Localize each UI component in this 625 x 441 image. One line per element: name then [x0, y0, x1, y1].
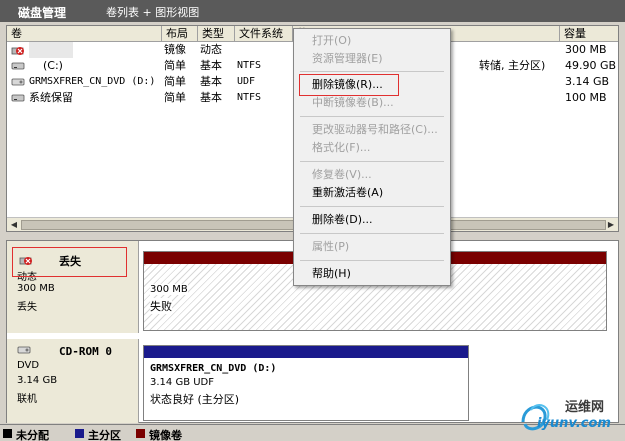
- volume-name: GRMSXFRER_CN_DVD (D:): [29, 76, 156, 87]
- window-title: 磁盘管理: [18, 6, 67, 20]
- highlight-box-disk: [12, 247, 127, 277]
- menu-item-repair-volume[interactable]: 修复卷(V)...: [294, 166, 450, 184]
- volume-type: 基本: [200, 91, 222, 104]
- partition-status: 失败: [150, 298, 172, 314]
- watermark-logo: 运维网 iyunv.com: [517, 392, 621, 438]
- volume-type: 基本: [200, 59, 222, 72]
- context-menu[interactable]: 打开(O) 资源管理器(E) 删除镜像(R)... 中断镜像卷(B)... 更改…: [293, 28, 451, 286]
- highlight-box-menu: [299, 74, 399, 96]
- menu-separator: [300, 71, 444, 72]
- legend-swatch-primary: [75, 429, 84, 438]
- volume-capacity: 3.14 GB: [565, 75, 610, 88]
- legend-swatch-mirror: [136, 429, 145, 438]
- scroll-left-icon[interactable]: ◀: [8, 219, 20, 231]
- column-header-volume[interactable]: 卷: [7, 26, 162, 42]
- watermark-url: iyunv.com: [537, 416, 611, 431]
- volume-name: [29, 42, 73, 58]
- volume-filesystem: NTFS: [237, 60, 262, 71]
- menu-separator: [300, 116, 444, 117]
- menu-separator: [300, 260, 444, 261]
- menu-item-format[interactable]: 格式化(F)...: [294, 139, 450, 157]
- watermark-text: 运维网: [565, 400, 605, 415]
- legend-label: 主分区: [88, 429, 121, 441]
- menu-item-explorer[interactable]: 资源管理器(E): [294, 50, 450, 68]
- legend-label: 未分配: [16, 429, 49, 441]
- menu-item-delete-volume[interactable]: 删除卷(D)...: [294, 211, 450, 229]
- volume-name: (C:): [43, 59, 63, 72]
- disk-icon: [11, 62, 25, 70]
- partition-size: 3.14 GB UDF: [150, 377, 215, 388]
- menu-separator: [300, 233, 444, 234]
- disk-info-cdrom[interactable]: CD-ROM 0 DVD 3.14 GB 联机: [7, 339, 139, 423]
- volume-layout: 简单: [164, 91, 186, 104]
- partition-status: 状态良好 (主分区): [150, 393, 240, 406]
- menu-item-properties[interactable]: 属性(P): [294, 238, 450, 256]
- volume-type: 基本: [200, 75, 222, 88]
- menu-item-change-drive-letter[interactable]: 更改驱动器号和路径(C)...: [294, 121, 450, 139]
- menu-item-help[interactable]: 帮助(H): [294, 265, 450, 283]
- volume-type: 动态: [200, 43, 222, 56]
- volume-capacity: 49.90 GB: [565, 59, 617, 72]
- scroll-right-icon[interactable]: ▶: [605, 219, 617, 231]
- menu-separator: [300, 161, 444, 162]
- disk-name: CD-ROM 0: [59, 345, 112, 358]
- column-header-layout[interactable]: 布局: [162, 26, 198, 42]
- cd-icon: [17, 346, 31, 354]
- volume-layout: 镜像: [164, 43, 186, 56]
- volume-status: 转储, 主分区): [479, 59, 546, 72]
- column-header-type[interactable]: 类型: [198, 26, 235, 42]
- volume-filesystem: UDF: [237, 76, 256, 87]
- legend-swatch-unallocated: [3, 429, 12, 438]
- volume-layout: 简单: [164, 59, 186, 72]
- volume-filesystem: NTFS: [237, 92, 262, 103]
- menu-separator: [300, 206, 444, 207]
- menu-item-reactivate-volume[interactable]: 重新激活卷(A): [294, 184, 450, 202]
- volume-capacity: 300 MB: [565, 43, 607, 56]
- primary-partition-bar: [144, 346, 468, 358]
- error-disk-icon: [11, 47, 24, 55]
- volume-name: 系统保留: [29, 91, 73, 104]
- title-bar: 磁盘管理 卷列表 + 图形视图: [0, 0, 625, 22]
- column-header-filesystem[interactable]: 文件系统: [235, 26, 293, 42]
- disk-size: 3.14 GB: [17, 375, 58, 386]
- disk-state: 丢失: [17, 302, 37, 313]
- disk-icon: [11, 94, 25, 102]
- view-mode-label: 卷列表 + 图形视图: [106, 6, 200, 19]
- column-header-capacity[interactable]: 容量: [560, 26, 618, 42]
- menu-item-open[interactable]: 打开(O): [294, 32, 450, 50]
- disk-type: DVD: [17, 360, 40, 371]
- legend-label: 镜像卷: [149, 429, 182, 441]
- partition-size: 300 MB: [150, 284, 188, 295]
- volume-layout: 简单: [164, 75, 186, 88]
- menu-item-break-mirror[interactable]: 中断镜像卷(B)...: [294, 94, 450, 112]
- disk-size: 300 MB: [17, 283, 55, 294]
- cd-icon: [11, 78, 25, 86]
- disk-state: 联机: [17, 394, 37, 405]
- partition-cd-dvd[interactable]: GRMSXFRER_CN_DVD (D:) 3.14 GB UDF 状态良好 (…: [143, 345, 469, 421]
- partition-label: GRMSXFRER_CN_DVD (D:): [150, 363, 277, 374]
- volume-capacity: 100 MB: [565, 91, 607, 104]
